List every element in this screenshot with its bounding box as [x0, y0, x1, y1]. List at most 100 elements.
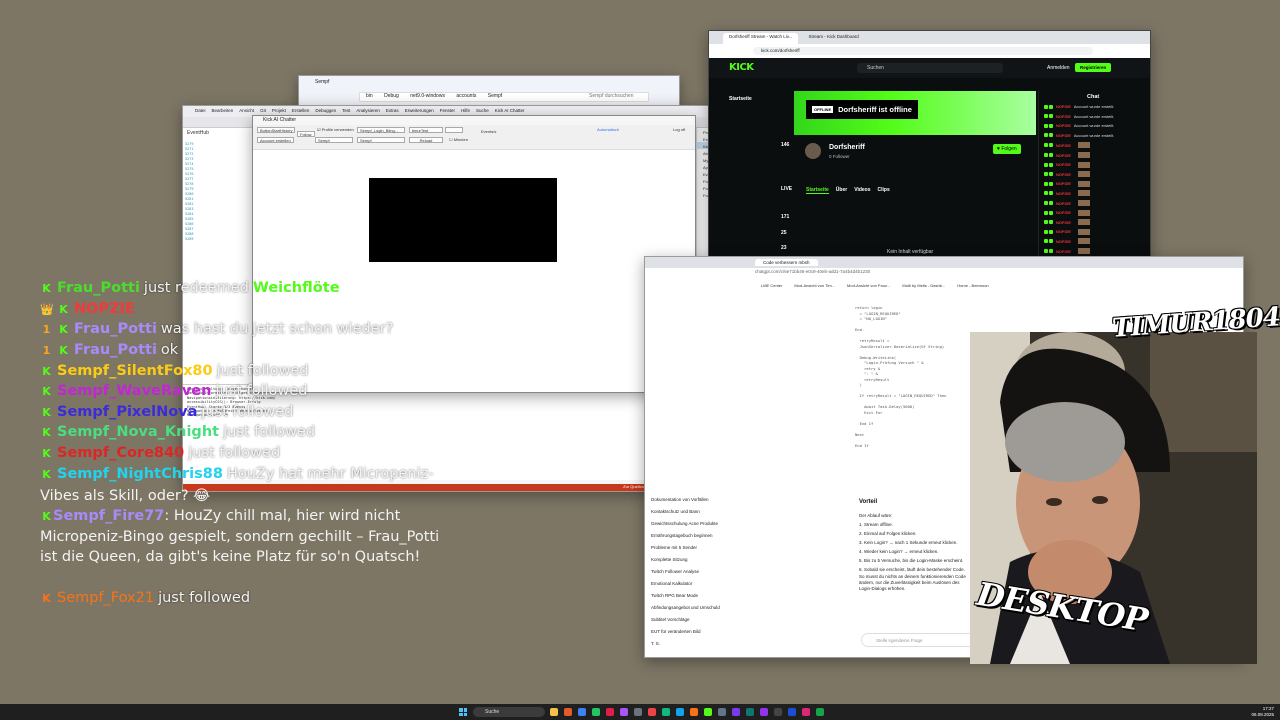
app-icon[interactable] — [816, 708, 824, 716]
app-icon[interactable] — [662, 708, 670, 716]
bookmark-item[interactable]: Mod-Ansicht von Tim... — [794, 283, 835, 288]
app-icon[interactable] — [634, 708, 642, 716]
register-button[interactable]: Registrieren — [1075, 63, 1112, 72]
menu-item[interactable]: Bearbeiten — [212, 108, 234, 117]
chat-username[interactable]: NOPZIE — [1056, 172, 1071, 177]
overlay-username: Frau_Potti — [57, 280, 140, 296]
kick-logo[interactable]: KICK — [729, 62, 754, 73]
follow-button[interactable]: ♥ Folgen — [993, 144, 1021, 154]
user-select[interactable]: Sempf — [357, 137, 405, 143]
kick-ai-chatter-window[interactable]: Kick AI Chatter ButtonStartHistory Follo… — [252, 115, 696, 393]
kick-browser-window[interactable]: Dorfsheriff Stream - Watch Liv... Stream… — [708, 30, 1151, 262]
app-icon[interactable] — [676, 708, 684, 716]
chat-username[interactable]: NOPZIE — [1056, 229, 1071, 234]
tab-videos[interactable]: Videos — [854, 187, 870, 194]
edge-icon[interactable] — [578, 708, 586, 716]
chat-username[interactable]: NOPZIE — [1056, 123, 1071, 128]
bookmark-item[interactable]: Home - Beemoon — [957, 283, 988, 288]
profile-checkbox[interactable]: ☑ Profile verwenden — [315, 127, 356, 133]
address-bar[interactable]: kick.com/dorfsheriff — [753, 47, 1093, 55]
editor-tab[interactable]: EventHub — [183, 128, 253, 138]
conversation-item[interactable]: Ernährungstagebuch beginnen — [645, 533, 745, 545]
visual-studio-icon[interactable] — [620, 708, 628, 716]
reload-button[interactable]: Reload — [409, 137, 443, 143]
minutes-checkbox[interactable]: ☐ Minuten — [447, 137, 470, 143]
gpt-address-bar[interactable]: chatgpt.com/c/6e71bb46-e0c9-40eb-add1-7a… — [755, 269, 1225, 277]
account-create-button[interactable]: Account erstellen — [257, 137, 294, 143]
small-select[interactable]: Sempf — [315, 137, 353, 143]
explorer-search-input[interactable]: Sempf durchsuchen — [589, 93, 633, 99]
follow-button[interactable]: Follow — [297, 131, 315, 137]
chat-username[interactable]: NOPZIE — [1056, 210, 1071, 215]
start-icon[interactable] — [459, 708, 467, 716]
breadcrumb-item[interactable]: Sempf — [488, 93, 502, 99]
breadcrumb-item[interactable]: accounts — [456, 93, 476, 99]
menu-item[interactable]: Datei — [195, 108, 206, 117]
chat-username[interactable]: NOPZIE — [1056, 220, 1071, 225]
auto-link[interactable]: Automatisch — [595, 127, 621, 133]
events-stepper[interactable] — [445, 127, 463, 133]
tab-about[interactable]: Über — [836, 187, 847, 194]
gpt-tab[interactable]: Code verbessern mbsh — [755, 259, 818, 266]
login-button[interactable]: Anmelden — [1047, 65, 1070, 71]
app-icon[interactable] — [718, 708, 726, 716]
channel-name[interactable]: Dorfsheriff — [829, 144, 865, 151]
sidebar-home[interactable]: Startseite — [729, 96, 752, 102]
app-icon[interactable] — [690, 708, 698, 716]
chat-username[interactable]: NOPZIE — [1056, 153, 1071, 158]
app-icon[interactable] — [606, 708, 614, 716]
app-icon[interactable] — [788, 708, 796, 716]
taskbar-search[interactable]: Suche — [473, 707, 545, 717]
conversation-item[interactable]: T. S. — [645, 641, 745, 653]
bookmark-item[interactable]: Mod-Ansicht von Pouz... — [847, 283, 890, 288]
app-icon[interactable] — [760, 708, 768, 716]
chrome-icon[interactable] — [592, 708, 600, 716]
app-icon[interactable] — [802, 708, 810, 716]
chat-username[interactable]: NOPZIE — [1056, 162, 1071, 167]
conversation-item[interactable]: Subtitel Vorschläge — [645, 617, 745, 629]
app-icon[interactable] — [732, 708, 740, 716]
start-history-button[interactable]: ButtonStartHistory — [257, 127, 296, 133]
chat-username[interactable]: NOPZIE — [1056, 191, 1071, 196]
breadcrumb-item[interactable]: bin — [366, 93, 373, 99]
conversation-item[interactable]: Abfindungsangebot und Umschuld — [645, 605, 745, 617]
chat-username[interactable]: NOPZIE — [1056, 133, 1071, 138]
bookmark-item[interactable]: Multi by Metis - Dashb... — [902, 283, 945, 288]
breadcrumb-item[interactable]: Debug — [384, 93, 399, 99]
tab-clips[interactable]: Clips — [878, 187, 890, 194]
bookmark-item[interactable]: LME Center — [761, 283, 782, 288]
chat-username[interactable]: NOPZIE — [1056, 181, 1071, 186]
conversation-item[interactable]: Emotional Kalkulator — [645, 581, 745, 593]
tab-home[interactable]: Startseite — [806, 187, 829, 194]
app-icon[interactable] — [746, 708, 754, 716]
avatar[interactable] — [805, 143, 821, 159]
model-input[interactable]: timurTest — [409, 127, 443, 133]
conversation-item[interactable]: Twitch Follower Analyse — [645, 569, 745, 581]
file-explorer-icon[interactable] — [550, 708, 558, 716]
log-off-link[interactable]: Log off — [671, 127, 687, 133]
chat-username[interactable]: NOPZIE — [1056, 114, 1071, 119]
chat-username[interactable]: NOPZIE — [1056, 201, 1071, 206]
code-editor[interactable]: EventHub 5279 5271 5272 5273 5274 5275 5276 527… — [183, 128, 254, 398]
conversation-item[interactable]: Gewichtsschulung Acne Produkte — [645, 521, 745, 533]
conversation-item[interactable]: Twitch RPG Bear Mode — [645, 593, 745, 605]
browser-tab-dorfsheriff[interactable]: Dorfsheriff Stream - Watch Liv... — [723, 33, 799, 44]
conversation-item[interactable]: EUT für veränderten Bild — [645, 629, 745, 641]
kick-app-icon[interactable] — [704, 708, 712, 716]
browser-tab-dashboard[interactable]: Stream - Kick Dashboard — [802, 33, 865, 44]
chat-username[interactable]: NOPZIE — [1056, 249, 1071, 254]
app-icon[interactable] — [648, 708, 656, 716]
profile-select[interactable]: Sempf_Login_Bling... — [357, 127, 405, 133]
conversation-item[interactable]: Probleme mit 5 Sender — [645, 545, 745, 557]
taskbar-clock[interactable]: 17:27 06.08.2025 — [1251, 706, 1274, 718]
chat-username[interactable]: NOPZIE — [1056, 239, 1071, 244]
conversation-item[interactable]: Komplette Sitzung — [645, 557, 745, 569]
breadcrumb-item[interactable]: net9.0-windows — [410, 93, 445, 99]
chat-username[interactable]: NOPZIE — [1056, 143, 1071, 148]
kick-search-input[interactable]: Suchen — [857, 63, 1003, 73]
firefox-icon[interactable] — [564, 708, 572, 716]
conversation-item[interactable]: Kontaktschutz und Bann — [645, 509, 745, 521]
conversation-item[interactable]: Dokumentation von Vorfällen — [645, 497, 745, 509]
app-icon[interactable] — [774, 708, 782, 716]
chat-username[interactable]: NOPZIE — [1056, 104, 1071, 109]
